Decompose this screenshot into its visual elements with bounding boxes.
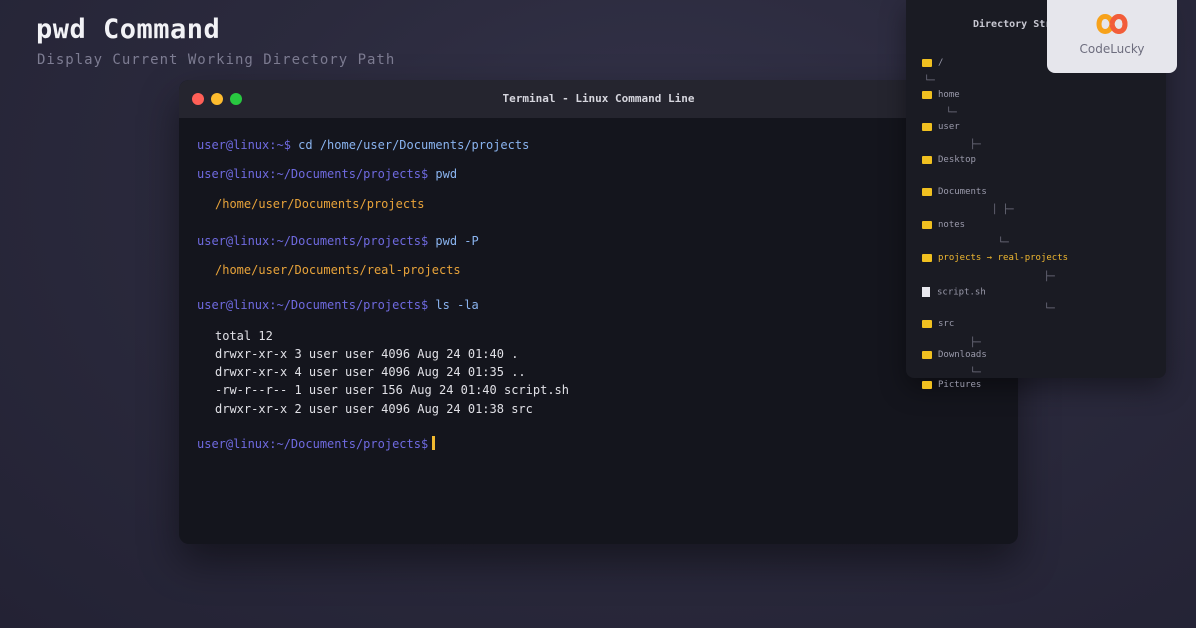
shell-command: pwd -P [428,234,479,248]
tree-folder-documents[interactable]: Documents [922,187,987,197]
shell-command: pwd [428,167,458,181]
shell-prompt: user@linux:~/Documents/projects$ [197,167,429,181]
tree-node-label: user [938,122,960,132]
tree-branch: └─ [924,76,935,86]
shell-command: cd /home/user/Documents/projects [290,138,530,152]
shell-prompt: user@linux:~/Documents/projects$ [197,437,429,451]
folder-icon [922,122,932,131]
folder-icon [922,380,932,389]
shell-command: ls -la [428,298,479,312]
command-output: drwxr-xr-x 3 user user 4096 Aug 24 01:40… [215,347,519,361]
shell-prompt: user@linux:~/Documents/projects$ [197,298,429,312]
command-output: drwxr-xr-x 4 user user 4096 Aug 24 01:35… [215,365,526,379]
codelucky-logo: CodeLucky [1047,0,1177,73]
folder-icon [922,220,932,229]
tree-node-label: notes [938,220,966,230]
tree-branch: │ ├─ [992,205,1014,215]
folder-icon [922,253,932,262]
tree-folder-projects[interactable]: projects → real-projects [922,253,1068,263]
tree-folder-home[interactable]: home [922,90,960,100]
folder-icon [922,187,932,196]
tree-folder-downloads[interactable]: Downloads [922,350,987,360]
tree-node-label: Pictures [938,380,982,390]
terminal-line: user@linux:~/Documents/projects$ pwd [197,167,457,181]
tree-folder-user[interactable]: user [922,122,960,132]
tree-branch: ├─ [1044,272,1055,282]
tree-folder-pictures[interactable]: Pictures [922,380,981,390]
tree-folder-notes[interactable]: notes [922,220,965,230]
terminal-title: Terminal - Linux Command Line [502,92,695,105]
command-output: total 12 [215,329,273,343]
file-icon [922,287,930,297]
tree-node-label: Documents [938,187,987,197]
codelucky-infinity-logo-icon [1096,14,1128,34]
command-output: /home/user/Documents/real-projects [215,263,461,277]
terminal-line: user@linux:~/Documents/projects$ [197,436,436,451]
tree-branch: └─ [946,108,957,118]
command-output: /home/user/Documents/projects [215,197,425,211]
logo-text: CodeLucky [1079,42,1145,56]
tree-branch: └─ [970,368,981,378]
page-subtitle: Display Current Working Directory Path [37,52,396,68]
tree-branch: ├─ [970,338,981,348]
folder-icon [922,319,932,328]
tree-node-label: Desktop [938,155,976,165]
folder-icon [922,58,932,67]
tree-branch: ├─ [970,140,981,150]
terminal-line: user@linux:~$ cd /home/user/Documents/pr… [197,138,529,152]
tree-node-label: script.sh [937,287,986,298]
tree-node-label: Downloads [938,350,987,360]
page-title: pwd Command [36,14,221,45]
folder-icon [922,155,932,164]
tree-node-label: projects → real-projects [938,253,1069,263]
tree-folder-desktop[interactable]: Desktop [922,155,976,165]
text-cursor [432,436,436,450]
tree-folder-src[interactable]: src [922,319,954,329]
folder-icon [922,90,932,99]
tree-node-label: home [938,90,960,100]
tree-folder-root[interactable]: / [922,58,943,68]
command-output: drwxr-xr-x 2 user user 4096 Aug 24 01:38… [215,402,533,416]
terminal-titlebar[interactable]: Terminal - Linux Command Line [179,80,1018,118]
tree-node-label: / [938,58,944,68]
folder-icon [922,350,932,359]
shell-prompt: user@linux:~/Documents/projects$ [197,234,429,248]
tree-branch: └─ [1044,304,1055,314]
tree-file-script[interactable]: script.sh [922,287,986,298]
tree-branch: └─ [998,238,1009,248]
terminal-window[interactable]: Terminal - Linux Command Line user@linux… [179,80,1018,544]
tree-node-label: src [938,319,955,329]
terminal-line: user@linux:~/Documents/projects$ pwd -P [197,234,479,248]
shell-prompt: user@linux:~$ [197,138,291,152]
terminal-line: user@linux:~/Documents/projects$ ls -la [197,298,479,312]
command-output: -rw-r--r-- 1 user user 156 Aug 24 01:40 … [215,383,570,397]
